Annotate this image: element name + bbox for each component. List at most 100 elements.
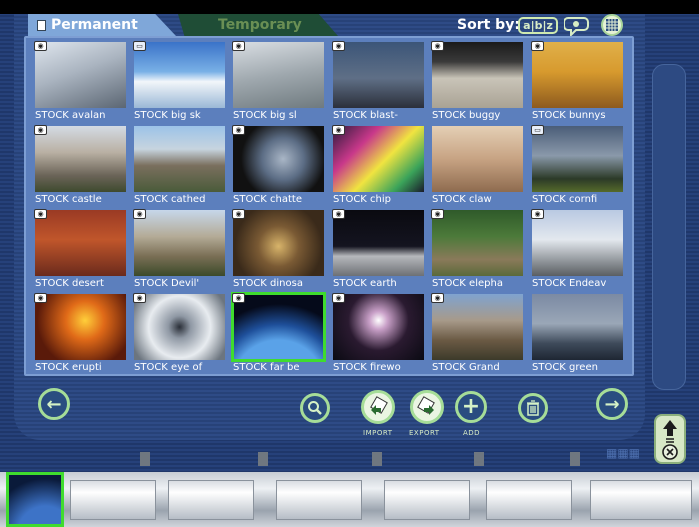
thumbnail-caption: STOCK big sk bbox=[134, 110, 201, 121]
thumbnail-item[interactable]: ◉ STOCK elepha bbox=[429, 207, 526, 291]
thumbnail-image bbox=[432, 294, 523, 360]
camera-icon: ◉ bbox=[332, 125, 345, 135]
film-notch bbox=[570, 452, 580, 466]
thumbnail-caption: STOCK chip bbox=[333, 194, 392, 205]
camera-icon: ◉ bbox=[531, 209, 544, 219]
sort-type-button[interactable] bbox=[563, 14, 593, 36]
previous-page-button[interactable]: ← bbox=[38, 388, 70, 420]
document-icon bbox=[37, 19, 46, 31]
thumbnail-caption: STOCK blast- bbox=[333, 110, 399, 121]
thumbnail-item[interactable]: ◉ STOCK eye of bbox=[131, 291, 228, 375]
thumbnail-item[interactable]: ◉ STOCK Grand bbox=[429, 291, 526, 375]
thumbnail-caption: STOCK desert bbox=[35, 278, 104, 289]
film-notch bbox=[258, 452, 268, 466]
side-scrollbar[interactable] bbox=[652, 64, 686, 390]
tab-temporary[interactable]: Temporary bbox=[178, 14, 338, 36]
thumbnail-image bbox=[532, 294, 623, 360]
thumbnail-image bbox=[233, 42, 324, 108]
film-frame[interactable] bbox=[384, 480, 470, 520]
thumbnail-caption: STOCK erupti bbox=[35, 362, 102, 373]
filmstrip-selected-thumbnail[interactable] bbox=[6, 472, 64, 527]
film-frame[interactable] bbox=[168, 480, 254, 520]
thumbnail-image bbox=[532, 42, 623, 108]
thumbnail-item[interactable]: ◉ STOCK chip bbox=[330, 123, 427, 207]
thumbnail-image bbox=[233, 210, 324, 276]
media-browser-window: Permanent Temporary Sort by: a|b|z ◉ STOC… bbox=[0, 0, 699, 527]
add-button[interactable]: + bbox=[455, 391, 487, 423]
thumbnail-image bbox=[134, 210, 225, 276]
thumbnail-item[interactable]: ◉ STOCK desert bbox=[32, 207, 129, 291]
thumbnail-item[interactable]: ◉ STOCK Devil' bbox=[131, 207, 228, 291]
thumbnail-caption: STOCK Endeav bbox=[532, 278, 607, 289]
next-page-button[interactable]: → bbox=[596, 388, 628, 420]
thumbnail-item[interactable]: ◉ STOCK far be bbox=[230, 291, 327, 375]
thumbnail-caption: STOCK claw bbox=[432, 194, 492, 205]
thumbnail-caption: STOCK far be bbox=[233, 362, 300, 373]
thumbnail-caption: STOCK dinosa bbox=[233, 278, 303, 289]
export-disk-icon bbox=[417, 396, 435, 415]
sort-grid-button[interactable] bbox=[598, 14, 626, 36]
filmstrip[interactable] bbox=[0, 452, 699, 527]
film-notch bbox=[372, 452, 382, 466]
thumbnail-image bbox=[432, 42, 523, 108]
speech-bubble-icon bbox=[564, 17, 589, 36]
thumbnail-item[interactable]: ◉ STOCK chatte bbox=[230, 123, 327, 207]
add-label: ADD bbox=[463, 429, 481, 437]
arrow-right-icon: → bbox=[604, 393, 620, 415]
thumbnail-item[interactable]: ▭ STOCK big sk bbox=[131, 39, 228, 123]
picture-icon: ▭ bbox=[133, 41, 146, 51]
thumbnail-caption: STOCK earth bbox=[333, 278, 397, 289]
thumbnail-caption: STOCK chatte bbox=[233, 194, 303, 205]
thumbnail-image bbox=[532, 126, 623, 192]
thumbnail-item[interactable]: ◉ STOCK blast- bbox=[330, 39, 427, 123]
film-frame[interactable] bbox=[486, 480, 572, 520]
camera-icon: ◉ bbox=[232, 209, 245, 219]
thumbnail-item[interactable]: ◉ STOCK dinosa bbox=[230, 207, 327, 291]
thumbnail-caption: STOCK big sl bbox=[233, 110, 297, 121]
camera-icon: ◉ bbox=[431, 293, 444, 303]
search-button[interactable] bbox=[300, 393, 330, 423]
thumbnail-item[interactable]: ◉ STOCK bunnys bbox=[529, 39, 626, 123]
camera-icon: ◉ bbox=[34, 209, 47, 219]
camera-icon: ◉ bbox=[332, 293, 345, 303]
film-frame[interactable] bbox=[590, 480, 692, 520]
film-notch bbox=[474, 452, 484, 466]
export-button[interactable] bbox=[410, 390, 444, 424]
picture-icon: ▭ bbox=[531, 125, 544, 135]
thumbnail-item[interactable]: ◉ STOCK earth bbox=[330, 207, 427, 291]
sort-by-label: Sort by: bbox=[457, 17, 520, 33]
thumbnail-item[interactable]: ◉ STOCK firewo bbox=[330, 291, 427, 375]
film-frame[interactable] bbox=[276, 480, 362, 520]
thumbnail-item[interactable]: STOCK green bbox=[529, 291, 626, 375]
thumbnail-item[interactable]: ◉ STOCK big sl bbox=[230, 39, 327, 123]
thumbnail-image bbox=[134, 126, 225, 192]
thumbnail-item[interactable]: STOCK cathed bbox=[131, 123, 228, 207]
sort-alphabetical-button[interactable]: a|b|z bbox=[518, 14, 558, 36]
thumbnail-item[interactable]: ◉ STOCK castle bbox=[32, 123, 129, 207]
import-button[interactable] bbox=[361, 390, 395, 424]
thumbnail-caption: STOCK cornfi bbox=[532, 194, 598, 205]
tab-permanent[interactable]: Permanent bbox=[28, 14, 176, 36]
camera-icon: ◉ bbox=[332, 209, 345, 219]
thumbnail-caption: STOCK elepha bbox=[432, 278, 503, 289]
thumbnail-item[interactable]: ▭ STOCK cornfi bbox=[529, 123, 626, 207]
camera-icon: ◉ bbox=[34, 293, 47, 303]
thumbnail-item[interactable]: ◉ STOCK buggy bbox=[429, 39, 526, 123]
thumbnail-image bbox=[35, 126, 126, 192]
camera-icon: ◉ bbox=[332, 41, 345, 51]
grid-view-icon bbox=[601, 14, 623, 36]
top-bar bbox=[0, 0, 699, 14]
thumbnail-image bbox=[333, 42, 424, 108]
camera-icon: ◉ bbox=[431, 41, 444, 51]
thumbnail-item[interactable]: ◉ STOCK avalan bbox=[32, 39, 129, 123]
thumbnail-item[interactable]: ◉ STOCK erupti bbox=[32, 291, 129, 375]
plus-icon: + bbox=[461, 394, 481, 419]
camera-icon: ◉ bbox=[531, 41, 544, 51]
tab-permanent-label: Permanent bbox=[51, 17, 138, 33]
delete-button[interactable] bbox=[518, 393, 548, 423]
thumbnail-image bbox=[231, 292, 326, 362]
thumbnail-item[interactable]: ◉ STOCK Endeav bbox=[529, 207, 626, 291]
film-frame[interactable] bbox=[70, 480, 156, 520]
thumbnail-item[interactable]: STOCK claw bbox=[429, 123, 526, 207]
trash-icon bbox=[527, 400, 539, 416]
